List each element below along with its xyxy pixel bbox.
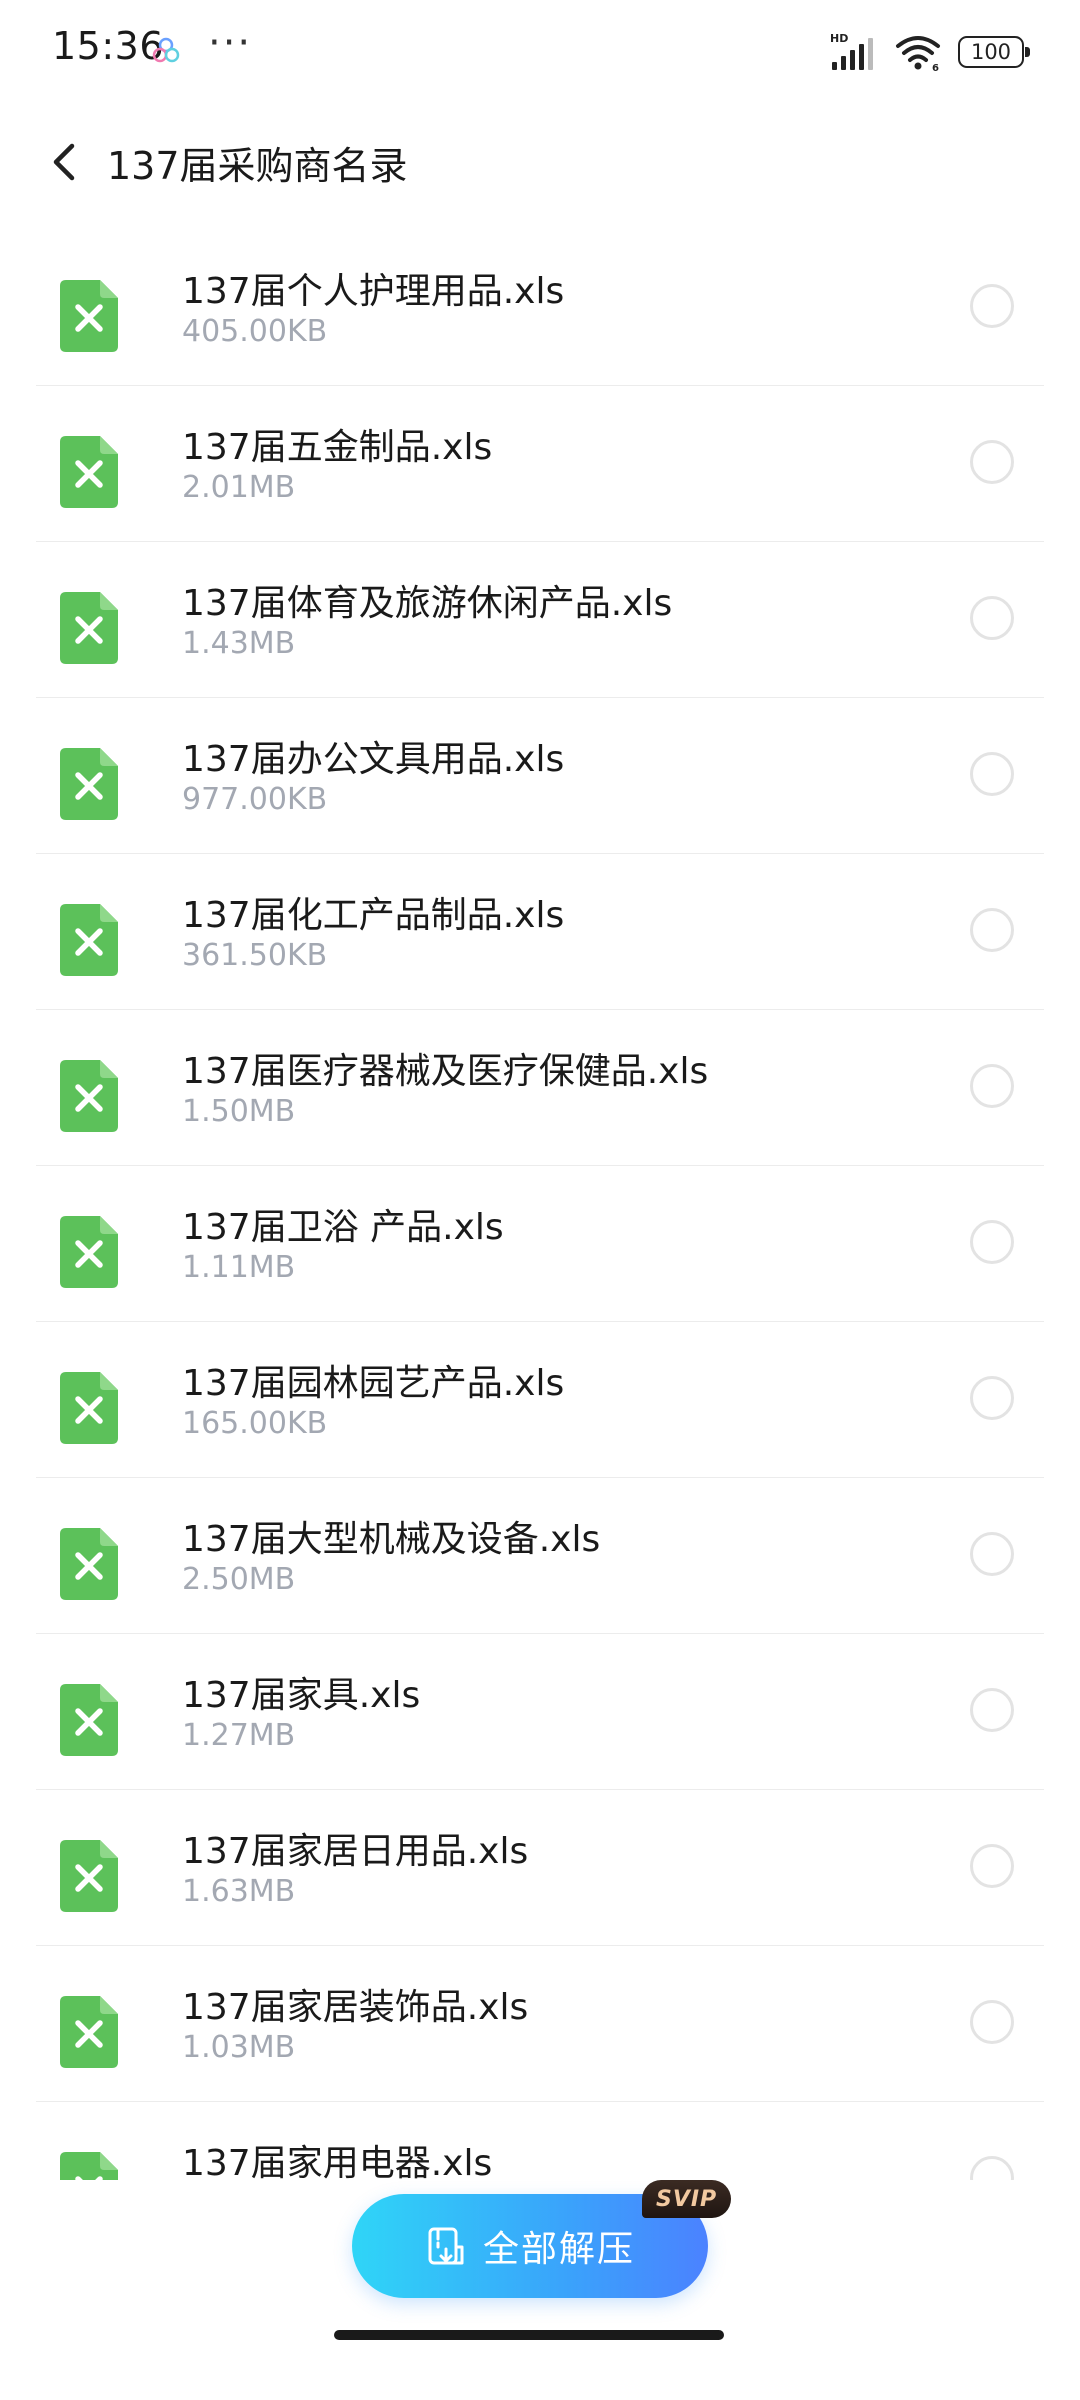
extract-all-label: 全部解压 bbox=[482, 2229, 635, 2270]
excel-file-icon bbox=[60, 1840, 118, 1912]
file-name: 137届家居日用品.xls bbox=[182, 1831, 529, 1872]
select-radio[interactable] bbox=[970, 1064, 1014, 1108]
status-time: 15:36 bbox=[52, 24, 165, 68]
extract-archive-icon bbox=[428, 2227, 464, 2265]
excel-file-icon bbox=[60, 1060, 118, 1132]
excel-file-icon bbox=[60, 436, 118, 508]
file-size: 2.01MB bbox=[182, 470, 296, 505]
file-item[interactable]: 137届个人护理用品.xls 405.00KB bbox=[36, 230, 1044, 386]
file-item[interactable]: 137届家具.xls 1.27MB bbox=[36, 1634, 1044, 1790]
file-item[interactable]: 137届化工产品制品.xls 361.50KB bbox=[36, 854, 1044, 1010]
screen: 15:36 ··· HD 6 100 137届采购商名录 137届个人护理用品.… bbox=[0, 0, 1080, 2400]
excel-file-icon bbox=[60, 592, 118, 664]
file-size: 361.50KB bbox=[182, 938, 328, 973]
file-size: 977.00KB bbox=[182, 782, 328, 817]
file-item[interactable]: 137届大型机械及设备.xls 2.50MB bbox=[36, 1478, 1044, 1634]
file-size: 1.03MB bbox=[182, 2030, 296, 2065]
excel-file-icon bbox=[60, 280, 118, 352]
file-name: 137届办公文具用品.xls bbox=[182, 739, 565, 780]
cellular-signal-icon: HD bbox=[830, 32, 873, 70]
excel-file-icon bbox=[60, 1216, 118, 1288]
excel-file-icon bbox=[60, 748, 118, 820]
file-size: 1.27MB bbox=[182, 1718, 296, 1753]
header: 137届采购商名录 bbox=[0, 108, 1080, 218]
excel-file-icon bbox=[60, 1372, 118, 1444]
select-radio[interactable] bbox=[970, 440, 1014, 484]
select-radio[interactable] bbox=[970, 1220, 1014, 1264]
more-notifications-icon: ··· bbox=[208, 20, 253, 66]
file-item[interactable]: 137届医疗器械及医疗保健品.xls 1.50MB bbox=[36, 1010, 1044, 1166]
select-radio[interactable] bbox=[970, 752, 1014, 796]
file-list[interactable]: 137届个人护理用品.xls 405.00KB 137届五金制品.xls 2.0… bbox=[0, 230, 1080, 2186]
app-notification-icon bbox=[152, 37, 180, 63]
file-size: 1.63MB bbox=[182, 1874, 296, 1909]
wifi-6-label: 6 bbox=[932, 63, 939, 72]
file-item[interactable]: 137届五金制品.xls 2.01MB bbox=[36, 386, 1044, 542]
file-name: 137届大型机械及设备.xls bbox=[182, 1519, 601, 1560]
file-name: 137届家居装饰品.xls bbox=[182, 1987, 529, 2028]
file-name: 137届个人护理用品.xls bbox=[182, 271, 565, 312]
page-title: 137届采购商名录 bbox=[107, 144, 408, 188]
status-bar: 15:36 ··· HD 6 100 bbox=[0, 0, 1080, 100]
file-item[interactable]: 137届办公文具用品.xls 977.00KB bbox=[36, 698, 1044, 854]
file-size: 2.50MB bbox=[182, 1562, 296, 1597]
file-name: 137届五金制品.xls bbox=[182, 427, 493, 468]
file-size: 165.00KB bbox=[182, 1406, 328, 1441]
file-size: 1.43MB bbox=[182, 626, 296, 661]
select-radio[interactable] bbox=[970, 1688, 1014, 1732]
chevron-left-icon bbox=[53, 143, 75, 181]
home-indicator[interactable] bbox=[334, 2330, 724, 2340]
select-radio[interactable] bbox=[970, 1532, 1014, 1576]
back-button[interactable] bbox=[40, 138, 88, 186]
file-item[interactable]: 137届园林园艺产品.xls 165.00KB bbox=[36, 1322, 1044, 1478]
file-name: 137届家用电器.xls bbox=[182, 2143, 493, 2184]
file-name: 137届体育及旅游休闲产品.xls bbox=[182, 583, 673, 624]
file-item[interactable]: 137届家用电器.xls bbox=[36, 2102, 1044, 2186]
battery-icon: 100 bbox=[958, 36, 1030, 68]
file-size: 405.00KB bbox=[182, 314, 328, 349]
file-item[interactable]: 137届卫浴 产品.xls 1.11MB bbox=[36, 1166, 1044, 1322]
file-item[interactable]: 137届家居日用品.xls 1.63MB bbox=[36, 1790, 1044, 1946]
file-name: 137届卫浴 产品.xls bbox=[182, 1207, 504, 1248]
excel-file-icon bbox=[60, 1996, 118, 2068]
excel-file-icon bbox=[60, 1684, 118, 1756]
file-item[interactable]: 137届体育及旅游休闲产品.xls 1.43MB bbox=[36, 542, 1044, 698]
excel-file-icon bbox=[60, 1528, 118, 1600]
file-size: 1.50MB bbox=[182, 1094, 296, 1129]
file-name: 137届园林园艺产品.xls bbox=[182, 1363, 565, 1404]
select-radio[interactable] bbox=[970, 908, 1014, 952]
select-radio[interactable] bbox=[970, 2000, 1014, 2044]
select-radio[interactable] bbox=[970, 596, 1014, 640]
file-name: 137届医疗器械及医疗保健品.xls bbox=[182, 1051, 709, 1092]
status-indicators: HD 6 100 bbox=[830, 30, 1030, 74]
file-size: 1.11MB bbox=[182, 1250, 296, 1285]
file-name: 137届化工产品制品.xls bbox=[182, 895, 565, 936]
excel-file-icon bbox=[60, 904, 118, 976]
wifi-icon: 6 bbox=[896, 36, 940, 72]
select-radio[interactable] bbox=[970, 284, 1014, 328]
file-item[interactable]: 137届家居装饰品.xls 1.03MB bbox=[36, 1946, 1044, 2102]
select-radio[interactable] bbox=[970, 1844, 1014, 1888]
network-hd-label: HD bbox=[830, 32, 848, 45]
svip-badge: SVIP bbox=[642, 2180, 732, 2218]
file-name: 137届家具.xls bbox=[182, 1675, 421, 1716]
select-radio[interactable] bbox=[970, 1376, 1014, 1420]
battery-level: 100 bbox=[970, 40, 1012, 64]
